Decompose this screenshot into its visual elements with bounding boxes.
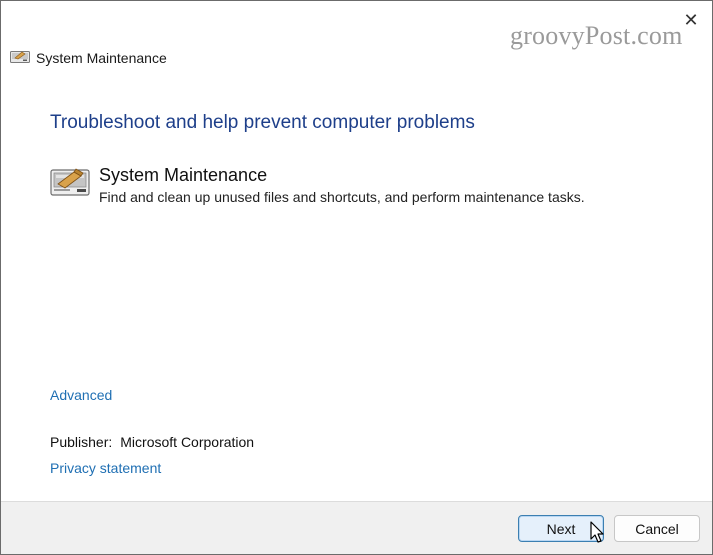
- publisher-label: Publisher:: [50, 434, 113, 450]
- system-maintenance-small-icon: [10, 51, 30, 63]
- privacy-statement-link[interactable]: Privacy statement: [50, 460, 161, 476]
- system-maintenance-icon: [50, 168, 90, 196]
- page-heading: Troubleshoot and help prevent computer p…: [50, 112, 475, 133]
- publisher-value: Microsoft Corporation: [120, 434, 255, 450]
- task-title: System Maintenance: [99, 165, 268, 185]
- window-title: System Maintenance: [36, 50, 167, 66]
- troubleshooter-window: ✕ groovyPost.com System Maintenance Trou…: [0, 0, 713, 555]
- publisher-info: Publisher: Microsoft Corporation: [50, 434, 254, 450]
- task-description: Find and clean up unused files and short…: [99, 189, 585, 205]
- mouse-pointer-icon: [590, 521, 604, 543]
- cancel-button[interactable]: Cancel: [614, 515, 700, 542]
- close-icon: ✕: [683, 9, 699, 30]
- advanced-link[interactable]: Advanced: [50, 387, 112, 403]
- watermark: groovyPost.com: [510, 21, 683, 50]
